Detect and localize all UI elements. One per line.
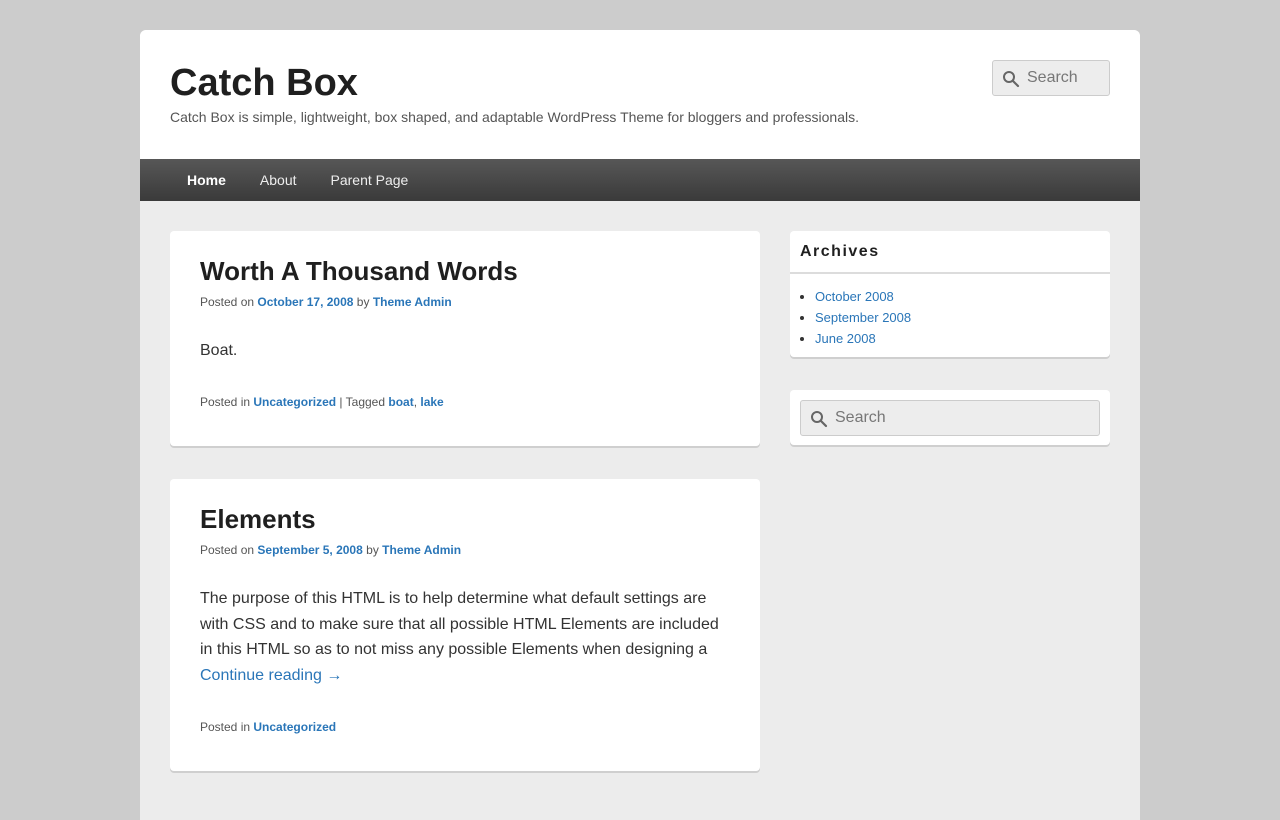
posted-on-label: Posted on	[200, 295, 255, 309]
post: Worth A Thousand Words Posted on October…	[170, 231, 760, 446]
site-title-link[interactable]: Catch Box	[170, 62, 358, 104]
tag-link-boat[interactable]: boat	[388, 395, 413, 409]
post-title-link[interactable]: Elements	[200, 504, 316, 534]
archive-item: October 2008	[815, 286, 1110, 307]
post-author-link[interactable]: Theme Admin	[382, 543, 461, 557]
site-title[interactable]: Catch Box	[170, 61, 358, 105]
posted-in-label: Posted in	[200, 720, 251, 734]
tagged-label: | Tagged	[336, 394, 389, 409]
sidebar-search-input[interactable]	[835, 401, 1090, 435]
nav-menu: Home About Parent Page	[170, 159, 425, 201]
posted-in-label: Posted in	[200, 394, 251, 409]
post-excerpt: Boat.	[200, 342, 238, 359]
post-date-link[interactable]: October 17, 2008	[257, 295, 353, 309]
nav-item-parent-page[interactable]: Parent Page	[314, 159, 426, 201]
search-widget	[790, 390, 1110, 445]
archive-link-september-2008[interactable]: September 2008	[815, 310, 911, 325]
post-footer: Posted in Uncategorized	[200, 720, 730, 734]
header-search[interactable]	[992, 60, 1110, 96]
continue-reading-link[interactable]: Continue reading →	[200, 667, 342, 684]
category-link[interactable]: Uncategorized	[253, 720, 336, 734]
post-meta: Posted on October 17, 2008 by Theme Admi…	[200, 295, 730, 309]
post-excerpt: The purpose of this HTML is to help dete…	[200, 590, 719, 658]
post-meta: Posted on September 5, 2008 by Theme Adm…	[200, 543, 730, 557]
post-title[interactable]: Worth A Thousand Words	[200, 231, 730, 287]
post-content: Boat.	[200, 338, 730, 364]
continue-reading-label: Continue reading	[200, 666, 322, 684]
site-header: Catch Box Catch Box is simple, lightweig…	[140, 30, 1140, 159]
header-search-input[interactable]	[1027, 61, 1107, 95]
widget-title: Archives	[790, 231, 1110, 274]
category-link[interactable]: Uncategorized	[253, 395, 336, 409]
archive-item: September 2008	[815, 307, 1110, 328]
site-description: Catch Box is simple, lightweight, box sh…	[170, 109, 859, 125]
by-label: by	[356, 295, 370, 309]
post-date-link[interactable]: September 5, 2008	[257, 543, 362, 557]
archives-widget: Archives October 2008 September 2008 Jun…	[790, 231, 1110, 357]
post-title[interactable]: Elements	[200, 479, 730, 535]
post-title-link[interactable]: Worth A Thousand Words	[200, 256, 518, 286]
sidebar-search[interactable]	[800, 400, 1100, 436]
nav-item-about[interactable]: About	[243, 159, 314, 201]
archive-link-june-2008[interactable]: June 2008	[815, 331, 876, 346]
main-navigation: Home About Parent Page	[140, 159, 1140, 201]
search-icon	[811, 411, 828, 428]
post-author-link[interactable]: Theme Admin	[373, 295, 452, 309]
arrow-right-icon: →	[326, 666, 343, 684]
posted-on-label: Posted on	[200, 543, 255, 557]
search-icon	[1003, 71, 1020, 88]
tag-link-lake[interactable]: lake	[420, 395, 443, 409]
archive-item: June 2008	[815, 328, 1110, 349]
page: Catch Box Catch Box is simple, lightweig…	[140, 30, 1140, 820]
archive-link-october-2008[interactable]: October 2008	[815, 289, 894, 304]
post-content: The purpose of this HTML is to help dete…	[200, 586, 730, 688]
by-label: by	[366, 543, 379, 557]
archive-list: October 2008 September 2008 June 2008	[790, 286, 1110, 349]
post-footer: Posted in Uncategorized | Tagged boat, l…	[200, 395, 730, 409]
nav-item-home[interactable]: Home	[170, 159, 243, 201]
post: Elements Posted on September 5, 2008 by …	[170, 479, 760, 771]
